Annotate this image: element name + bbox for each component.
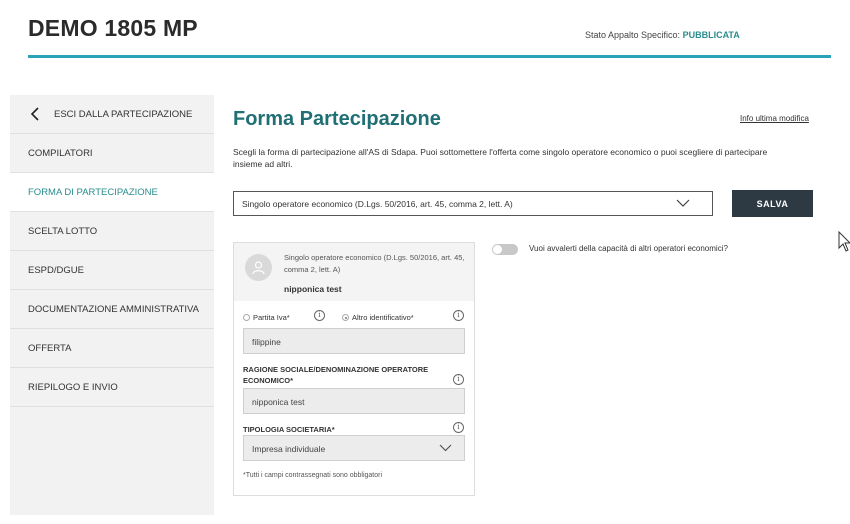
sidebar-item-label: COMPILATORI (28, 147, 93, 159)
sidebar-item-label: FORMA DI PARTECIPAZIONE (28, 186, 158, 198)
sidebar-item-forma-partecipazione[interactable]: FORMA DI PARTECIPAZIONE (10, 173, 214, 212)
radio-altro-circle[interactable] (342, 314, 349, 321)
info-icon[interactable]: i (453, 310, 464, 321)
page-description: Scegli la forma di partecipazione all'AS… (233, 147, 768, 169)
sidebar: ESCI DALLA PARTECIPAZIONE COMPILATORI FO… (10, 95, 214, 515)
radio-partita-iva-label: Partita Iva* (253, 313, 290, 322)
ragione-sociale-label: RAGIONE SOCIALE/DENOMINAZIONE OPERATORE … (243, 365, 429, 385)
page-title: Forma Partecipazione (233, 108, 441, 130)
sidebar-item-label: SCELTA LOTTO (28, 225, 98, 237)
sidebar-item-label: ESPD/DGUE (28, 264, 84, 276)
chevron-left-icon (30, 107, 39, 121)
operator-type: Singolo operatore economico (D.Lgs. 50/2… (284, 253, 465, 274)
participation-select-value: Singolo operatore economico (D.Lgs. 50/2… (242, 199, 513, 209)
info-last-change-link[interactable]: Info ultima modifica (740, 114, 809, 123)
identifier-field[interactable]: filippine (243, 328, 465, 354)
sidebar-item-label: DOCUMENTAZIONE AMMINISTRATIVA (28, 303, 200, 315)
operator-name: nipponica test (284, 284, 342, 294)
exit-label: ESCI DALLA PARTECIPAZIONE (54, 108, 193, 120)
radio-partita-iva-circle[interactable] (243, 314, 250, 321)
toggle-knob (493, 245, 502, 254)
radio-partita-iva[interactable]: Partita Iva* (243, 313, 290, 322)
tipologia-label: TIPOLOGIA SOCIETARIA* (243, 425, 335, 434)
mouse-cursor-icon (838, 231, 850, 252)
sidebar-item-espd-dgue[interactable]: ESPD/DGUE (10, 251, 214, 290)
info-icon[interactable]: i (314, 310, 325, 321)
sidebar-item-compilatori[interactable]: COMPILATORI (10, 134, 214, 173)
avatar (245, 254, 272, 281)
tipologia-select[interactable]: Impresa individuale (243, 435, 465, 461)
sidebar-item-riepilogo[interactable]: RIEPILOGO E INVIO (10, 368, 214, 407)
status-indicator: Stato Appalto Specifico: PUBBLICATA (585, 30, 740, 40)
sidebar-item-label: OFFERTA (28, 342, 72, 354)
info-icon[interactable]: i (453, 422, 464, 433)
avvalimento-toggle[interactable] (492, 244, 518, 255)
sidebar-item-offerta[interactable]: OFFERTA (10, 329, 214, 368)
participation-form-select[interactable]: Singolo operatore economico (D.Lgs. 50/2… (233, 191, 713, 216)
sidebar-item-label: RIEPILOGO E INVIO (28, 381, 118, 393)
chevron-down-icon (439, 444, 452, 452)
header-divider (28, 55, 831, 58)
info-icon[interactable]: i (453, 374, 464, 385)
radio-altro-identificativo[interactable]: Altro identificativo* (342, 313, 414, 322)
status-value: PUBBLICATA (682, 30, 740, 40)
app-title: DEMO 1805 MP (28, 15, 198, 41)
operator-card: Singolo operatore economico (D.Lgs. 50/2… (233, 242, 475, 496)
required-fields-note: *Tutti i campi contrassegnati sono obbli… (243, 472, 383, 479)
tipologia-value: Impresa individuale (252, 444, 326, 454)
ragione-sociale-field[interactable]: nipponica test (243, 388, 465, 414)
user-icon (252, 261, 265, 275)
exit-participation-button[interactable]: ESCI DALLA PARTECIPAZIONE (10, 95, 214, 134)
sidebar-item-scelta-lotto[interactable]: SCELTA LOTTO (10, 212, 214, 251)
chevron-down-icon (676, 199, 690, 207)
save-button[interactable]: SALVA (732, 190, 813, 217)
radio-altro-label: Altro identificativo* (352, 313, 414, 322)
sidebar-item-documentazione[interactable]: DOCUMENTAZIONE AMMINISTRATIVA (10, 290, 214, 329)
operator-card-header: Singolo operatore economico (D.Lgs. 50/2… (234, 243, 474, 301)
status-label: Stato Appalto Specifico: (585, 30, 681, 40)
avvalimento-toggle-label: Vuoi avvalerti della capacità di altri o… (529, 244, 728, 253)
